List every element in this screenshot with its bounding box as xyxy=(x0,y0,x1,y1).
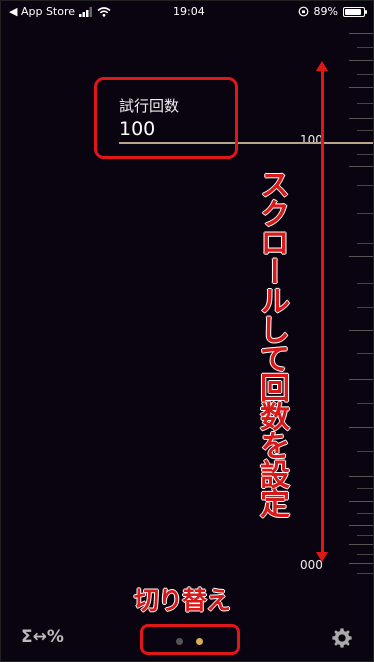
ruler-tick xyxy=(349,379,373,380)
status-time: 19:04 xyxy=(173,5,205,18)
ruler-tick-minor xyxy=(357,451,373,452)
battery-level xyxy=(345,8,362,15)
ruler-tick xyxy=(349,544,373,545)
ruler-tick-minor xyxy=(357,103,373,104)
battery-percent: 89% xyxy=(313,5,338,18)
ruler-tick-minor xyxy=(357,353,373,354)
battery-icon xyxy=(343,6,367,17)
ruler-tick xyxy=(349,563,373,564)
back-to-app-link[interactable]: ◀ App Store xyxy=(9,5,75,18)
ruler-tick-minor xyxy=(357,535,373,536)
status-right: 89% xyxy=(298,5,367,18)
ruler-tick-minor xyxy=(357,74,373,75)
ruler-tick-minor xyxy=(357,243,373,244)
ruler-tick-minor xyxy=(357,283,373,284)
ruler-tick-minor xyxy=(357,130,373,131)
gear-icon[interactable] xyxy=(331,627,353,649)
ruler-tick-minor xyxy=(357,307,373,308)
switch-hint-annotation: 切り替え xyxy=(134,586,231,615)
trial-count-highlight xyxy=(94,77,238,159)
ruler-tick xyxy=(349,60,373,61)
ruler-tick xyxy=(349,427,373,428)
ruler-tick xyxy=(349,501,373,502)
sigma-percent-toggle-button[interactable]: Σ↔% xyxy=(21,627,64,647)
ruler-tick xyxy=(349,476,373,477)
page-dot-2[interactable] xyxy=(196,638,203,645)
ruler-tick xyxy=(349,33,373,34)
ruler-tick xyxy=(349,330,373,331)
trial-count-value: 100 xyxy=(119,118,156,140)
trial-count-label: 試行回数 xyxy=(119,97,180,115)
ruler-tick-minor xyxy=(357,47,373,48)
status-bar: ◀ App Store 19:04 89% xyxy=(1,1,373,23)
ruler-tick-minor xyxy=(357,403,373,404)
ruler-tick xyxy=(349,87,373,88)
ruler-tick-minor xyxy=(357,154,373,155)
wifi-icon xyxy=(97,6,111,17)
ruler-tick-minor xyxy=(357,573,373,574)
ruler-tick xyxy=(349,118,373,119)
status-left: ◀ App Store xyxy=(9,5,111,18)
ruler-tick-minor xyxy=(357,554,373,555)
trial-count-ruler[interactable]: 100 000 xyxy=(300,23,373,583)
ruler-tick xyxy=(349,166,373,167)
page-indicator[interactable] xyxy=(140,624,240,655)
ruler-tick xyxy=(349,256,373,257)
rotation-lock-icon xyxy=(298,6,308,17)
scroll-arrow-line xyxy=(321,67,324,554)
ruler-tick-minor xyxy=(357,213,373,214)
app-screen: ◀ App Store 19:04 89% 100 000 試行回数 100 ス… xyxy=(0,0,374,662)
arrow-down-icon xyxy=(316,552,328,562)
ruler-tick xyxy=(349,525,373,526)
ruler-tick-minor xyxy=(357,185,373,186)
ruler-tick-minor xyxy=(357,513,373,514)
page-dot-1[interactable] xyxy=(176,638,183,645)
scroll-hint-annotation: スクロールして回数を設定 xyxy=(254,169,289,517)
ruler-label-top: 100 xyxy=(300,133,323,147)
signal-icon xyxy=(79,6,93,17)
ruler-tick-minor xyxy=(357,488,373,489)
